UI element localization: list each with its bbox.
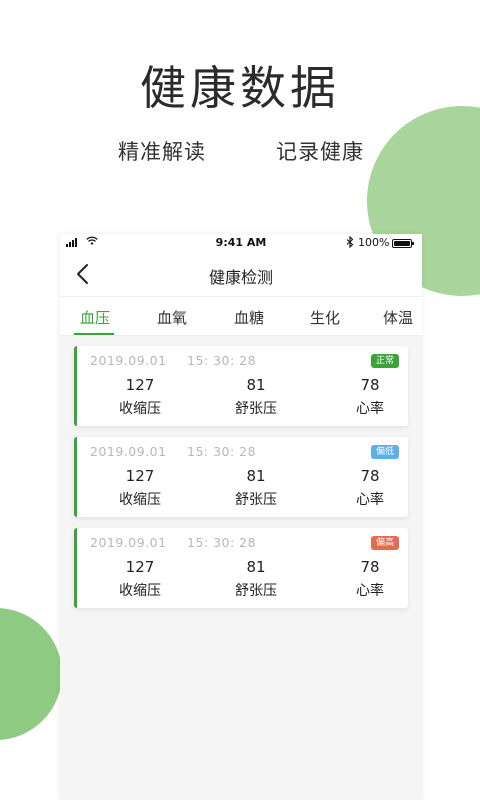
systolic-value: 127 [125, 467, 155, 485]
heart-rate-label: 心率 [356, 492, 384, 508]
systolic-label: 收缩压 [119, 401, 161, 417]
systolic-metric: 127 收缩压 [95, 528, 185, 600]
active-tab-indicator [74, 333, 114, 335]
heart-rate-label: 心率 [356, 583, 384, 599]
systolic-value: 127 [125, 376, 155, 394]
category-tabs: 血压 血氧 血糖 生化 体温 [60, 296, 422, 336]
battery-percent: 100% [358, 236, 390, 249]
promo-page: 健康数据 精准解读 记录健康 9:41 AM 100% 健康检测 血压 血氧 血… [0, 0, 480, 800]
heart-rate-value: 78 [360, 558, 380, 576]
heart-rate-metric: 78 心率 [325, 437, 415, 509]
bluetooth-icon [346, 235, 354, 251]
heart-rate-metric: 78 心率 [325, 346, 415, 418]
diastolic-metric: 81 舒张压 [211, 528, 301, 600]
battery-icon [392, 239, 414, 248]
tab-biochemistry[interactable]: 生化 [310, 307, 340, 328]
diastolic-label: 舒张压 [235, 583, 277, 599]
phone-screen: 9:41 AM 100% 健康检测 血压 血氧 血糖 生化 体温 2019.09… [60, 234, 422, 800]
diastolic-value: 81 [246, 467, 266, 485]
diastolic-label: 舒张压 [235, 492, 277, 508]
diastolic-value: 81 [246, 558, 266, 576]
systolic-value: 127 [125, 558, 155, 576]
diastolic-label: 舒张压 [235, 401, 277, 417]
record-card[interactable]: 2019.09.01 15: 30: 28 正常 127 收缩压 81 舒张压 … [74, 346, 408, 426]
systolic-metric: 127 收缩压 [95, 437, 185, 509]
record-card[interactable]: 2019.09.01 15: 30: 28 偏高 127 收缩压 81 舒张压 … [74, 528, 408, 608]
tab-blood-oxygen[interactable]: 血氧 [157, 307, 187, 328]
tab-blood-sugar[interactable]: 血糖 [234, 307, 264, 328]
status-bar: 9:41 AM 100% [60, 234, 422, 252]
page-title: 健康检测 [208, 268, 273, 287]
systolic-label: 收缩压 [119, 492, 161, 508]
diastolic-metric: 81 舒张压 [211, 437, 301, 509]
heart-rate-label: 心率 [356, 401, 384, 417]
systolic-label: 收缩压 [119, 583, 161, 599]
tab-blood-pressure[interactable]: 血压 [80, 307, 110, 328]
diastolic-metric: 81 舒张压 [211, 346, 301, 418]
nav-bar: 健康检测 [60, 252, 422, 296]
tab-temperature[interactable]: 体温 [383, 307, 413, 328]
hero-title: 健康数据 [140, 61, 340, 115]
heart-rate-value: 78 [360, 376, 380, 394]
decorative-circle-left [0, 608, 62, 740]
hero-subtitle-left: 精准解读 [118, 140, 206, 164]
heart-rate-metric: 78 心率 [325, 528, 415, 600]
diastolic-value: 81 [246, 376, 266, 394]
systolic-metric: 127 收缩压 [95, 346, 185, 418]
hero-subtitle-right: 记录健康 [276, 140, 364, 164]
record-card[interactable]: 2019.09.01 15: 30: 28 偏低 127 收缩压 81 舒张压 … [74, 437, 408, 517]
heart-rate-value: 78 [360, 467, 380, 485]
